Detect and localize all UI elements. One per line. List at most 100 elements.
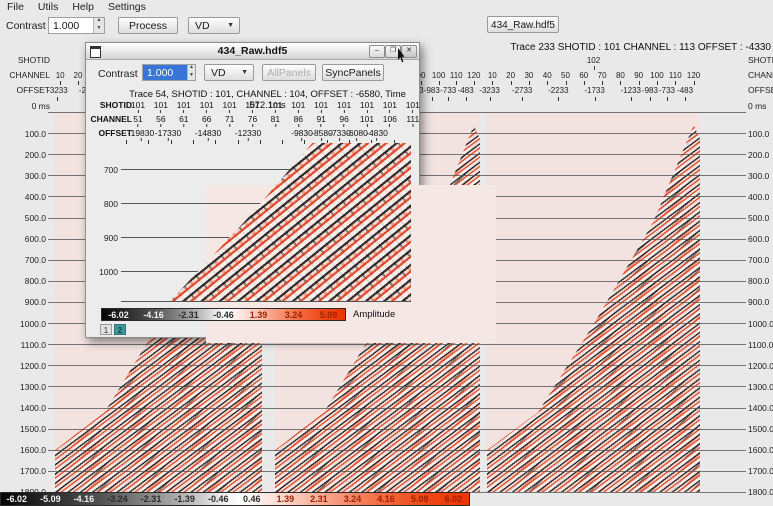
offset-tick	[595, 97, 596, 101]
dialog-row-value: -19830	[128, 128, 154, 141]
offset-tick	[631, 97, 632, 101]
offset-value: -983	[642, 86, 658, 95]
colorbar-tick-label: 3.24	[344, 494, 362, 504]
value-tick	[160, 124, 161, 127]
process-button[interactable]: Process	[118, 17, 178, 34]
offset-tick	[490, 97, 491, 101]
dialog-tab-1[interactable]: 1	[100, 324, 112, 335]
left-time-label: 800.0	[0, 276, 46, 286]
dialog-colorbar-tick-label: 3.24	[285, 310, 303, 320]
right-time-label: 300.0	[748, 171, 773, 181]
menu-item-utils[interactable]: Utils	[38, 1, 58, 13]
left-time-label: 1200.0	[0, 361, 46, 371]
channel-value: 100	[650, 71, 663, 80]
offset-value: -3233	[47, 86, 67, 95]
channel-value: 120	[467, 71, 480, 80]
channel-value: 70	[598, 71, 607, 80]
value-tick	[141, 138, 142, 141]
channel-value: 40	[543, 71, 552, 80]
offset-value: -2733	[512, 86, 532, 95]
colorbar-tick-label: -0.46	[208, 494, 229, 504]
value-tick	[183, 124, 184, 127]
channel-value: 110	[450, 71, 463, 80]
left-time-label: 200.0	[0, 150, 46, 160]
dialog-window[interactable]: 434_Raw.hdf5 – ❐ ✕ Contrast 1.000 ▲▼ VD …	[85, 42, 420, 338]
menu-item-file[interactable]: File	[7, 1, 24, 13]
offset-tick	[685, 97, 686, 101]
left-channel-header: CHANNEL	[0, 70, 50, 80]
right-time-label: 400.0	[748, 192, 773, 202]
dialog-title-bar[interactable]: 434_Raw.hdf5 – ❐ ✕	[86, 43, 419, 60]
display-mode-value: VD	[195, 20, 210, 33]
colorbar-tick-label: 6.02	[444, 494, 462, 504]
value-tick	[138, 110, 139, 113]
dialog-contrast-stepper[interactable]: ▲▼	[187, 65, 195, 80]
channel-value: 10	[488, 71, 497, 80]
colorbar-tick-label: -2.31	[141, 494, 162, 504]
right-time-label: 500.0	[748, 213, 773, 223]
right-time-label: 100.0	[748, 129, 773, 139]
syncpanels-button[interactable]: SyncPanels	[322, 64, 384, 81]
right-time-label: 200.0	[748, 150, 773, 160]
left-time-label: 500.0	[0, 213, 46, 223]
dialog-display-mode-value: VD	[211, 67, 226, 80]
chevron-down-icon: ▼	[227, 20, 234, 33]
offset-tick	[558, 97, 559, 101]
value-tick	[321, 110, 322, 113]
minimize-button[interactable]: –	[369, 45, 385, 58]
dialog-row-value: 71	[225, 114, 234, 127]
left-time-label: 100.0	[0, 129, 46, 139]
value-tick	[357, 138, 358, 141]
left-shotid-header: SHOTID	[0, 55, 50, 65]
channel-tick	[529, 81, 530, 85]
value-tick	[183, 110, 184, 113]
dialog-tab-2[interactable]: 2	[114, 324, 126, 335]
dialog-colorbar-tick-label: -0.46	[213, 310, 234, 320]
dialog-gridline	[121, 301, 411, 302]
colorbar-tick-label: -5.09	[40, 494, 61, 504]
dialog-contrast-value[interactable]: 1.000	[143, 65, 187, 80]
time-gridline	[48, 386, 746, 387]
value-tick	[389, 124, 390, 127]
time-gridline	[48, 471, 746, 472]
value-tick	[252, 124, 253, 127]
dialog-colorbar-tick-label: -6.02	[108, 310, 129, 320]
right-time-label: 700.0	[748, 255, 773, 265]
dialog-time-label: 900	[88, 233, 118, 243]
channel-tick	[675, 81, 676, 85]
channel-tick	[602, 81, 603, 85]
menu-item-settings[interactable]: Settings	[108, 1, 146, 13]
dialog-row-label: SHOTID	[72, 100, 132, 110]
offset-value: -2233	[548, 86, 568, 95]
shotid-tick	[594, 66, 595, 70]
value-tick	[229, 124, 230, 127]
dialog-top-tick	[193, 140, 194, 144]
display-mode-select[interactable]: VD ▼	[188, 17, 240, 34]
offset-value: -733	[659, 86, 675, 95]
left-time-label: 1100.0	[0, 340, 46, 350]
dialog-display-mode-select[interactable]: VD ▼	[204, 64, 254, 81]
contrast-value[interactable]: 1.000	[49, 18, 93, 33]
offset-value: -1733	[584, 86, 604, 95]
contrast-stepper[interactable]: ▲▼	[93, 18, 104, 33]
left-time-label: 1700.0	[0, 466, 46, 476]
dialog-top-tick	[304, 140, 305, 144]
value-tick	[412, 124, 413, 127]
contrast-spinner[interactable]: 1.000 ▲▼	[48, 17, 105, 34]
right-zero-ms-label: 0 ms	[748, 101, 766, 111]
channel-tick	[566, 81, 567, 85]
channel-tick	[78, 81, 79, 85]
dialog-row-label: OFFSET	[72, 128, 132, 138]
value-tick	[412, 110, 413, 113]
dialog-top-tick	[282, 140, 283, 144]
file-tab[interactable]: 434_Raw.hdf5	[487, 16, 559, 33]
left-time-label: 400.0	[0, 192, 46, 202]
right-time-label: 800.0	[748, 276, 773, 286]
dialog-contrast-spinner[interactable]: 1.000 ▲▼	[142, 64, 196, 81]
value-tick	[389, 110, 390, 113]
offset-tick	[650, 97, 651, 101]
value-tick	[206, 110, 207, 113]
menu-item-help[interactable]: Help	[72, 1, 94, 13]
dialog-row-value: 51	[133, 114, 142, 127]
value-tick	[160, 110, 161, 113]
